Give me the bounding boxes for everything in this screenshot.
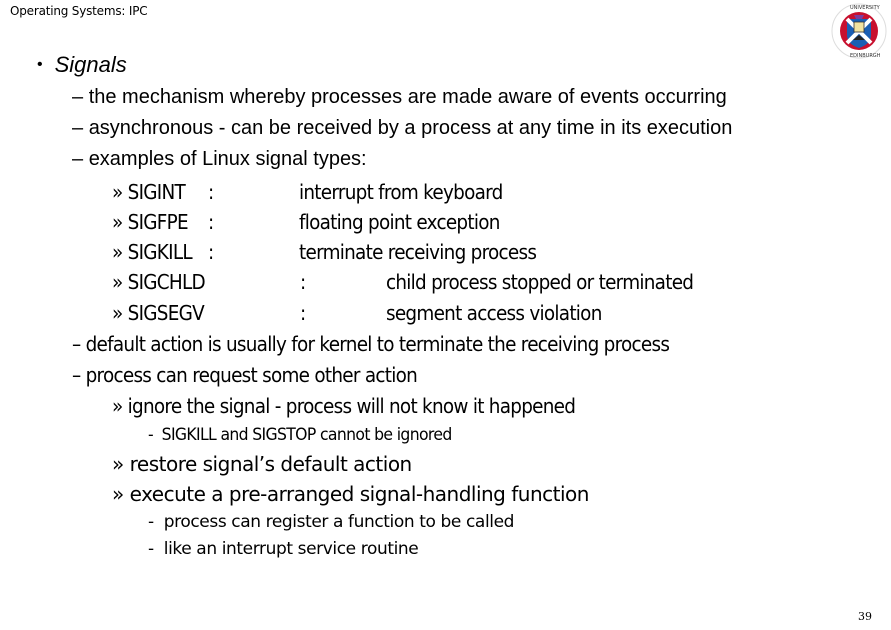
note-text: SIGKILL and SIGSTOP cannot be ignored [161,425,453,445]
signal-name: » SIGCHLD [112,270,206,294]
chevron-marker: » [112,180,123,204]
heading-item: • Signals [37,52,127,78]
point-item: – default action is usually for kernel t… [72,332,670,356]
action-note: - SIGKILL and SIGSTOP cannot be ignored [148,425,452,445]
signal-description: segment access violation [386,301,602,325]
signal-colon: : [208,180,214,204]
signal-name-text: SIGKILL [127,240,193,264]
signal-description: interrupt from keyboard [299,180,503,204]
point-item: – the mechanism whereby processes are ma… [72,86,727,109]
point-text: examples of Linux signal types: [88,148,367,170]
signal-name-text: SIGINT [127,180,186,204]
chevron-marker: » [112,270,123,294]
signal-colon: : [208,240,214,264]
hyphen-marker: - [148,539,154,559]
signal-name-text: SIGSEGV [127,301,205,325]
action-text: ignore the signal - process will not kno… [127,394,576,418]
action-item: » execute a pre-arranged signal-handling… [112,482,589,506]
hyphen-marker: - [148,512,154,532]
point-text: process can request some other action [85,363,418,387]
chevron-marker: » [112,240,123,264]
action-item: » ignore the signal - process will not k… [112,394,576,418]
signal-colon: : [208,210,214,234]
action-text: execute a pre-arranged signal-handling f… [129,482,590,506]
hyphen-marker: - [148,425,154,445]
signal-name-text: SIGFPE [127,210,189,234]
point-text: default action is usually for kernel to … [85,332,670,356]
signal-colon: : [300,270,306,294]
action-item: » restore signal’s default action [112,452,412,476]
signal-description: floating point exception [299,210,500,234]
slide-header-title: Operating Systems: IPC [10,4,148,18]
slide-heading: Signals [54,52,127,77]
chevron-marker: » [112,210,123,234]
note-text: process can register a function to be ca… [163,512,515,532]
chevron-marker: » [112,452,124,476]
point-text: asynchronous - can be received by a proc… [88,117,733,139]
chevron-marker: » [112,301,123,325]
point-text: the mechanism whereby processes are made… [88,86,727,108]
signal-name: » SIGINT [112,180,186,204]
point-item: – process can request some other action [72,363,418,387]
signal-description: terminate receiving process [299,240,537,264]
dash-marker: – [72,117,84,139]
dash-marker: – [72,332,81,356]
signal-name-text: SIGCHLD [127,270,206,294]
heading-bullet: • [37,56,43,73]
dash-marker: – [72,148,84,170]
university-crest-icon: UNIVERSITY EDINBURGH [831,3,887,59]
action-text: restore signal’s default action [129,452,413,476]
page-number: 39 [858,610,872,623]
action-note: - process can register a function to be … [148,512,514,532]
signal-name: » SIGSEGV [112,301,205,325]
signal-name: » SIGKILL [112,240,193,264]
note-text: like an interrupt service routine [163,539,419,559]
svg-text:UNIVERSITY: UNIVERSITY [850,5,881,11]
point-item: – examples of Linux signal types: [72,148,367,171]
svg-text:EDINBURGH: EDINBURGH [850,53,881,59]
signal-description: child process stopped or terminated [386,270,694,294]
chevron-marker: » [112,482,124,506]
signal-colon: : [300,301,306,325]
dash-marker: – [72,363,81,387]
signal-name: » SIGFPE [112,210,189,234]
action-note: - like an interrupt service routine [148,539,419,559]
dash-marker: – [72,86,84,108]
chevron-marker: » [112,394,123,418]
point-item: – asynchronous - can be received by a pr… [72,117,732,140]
